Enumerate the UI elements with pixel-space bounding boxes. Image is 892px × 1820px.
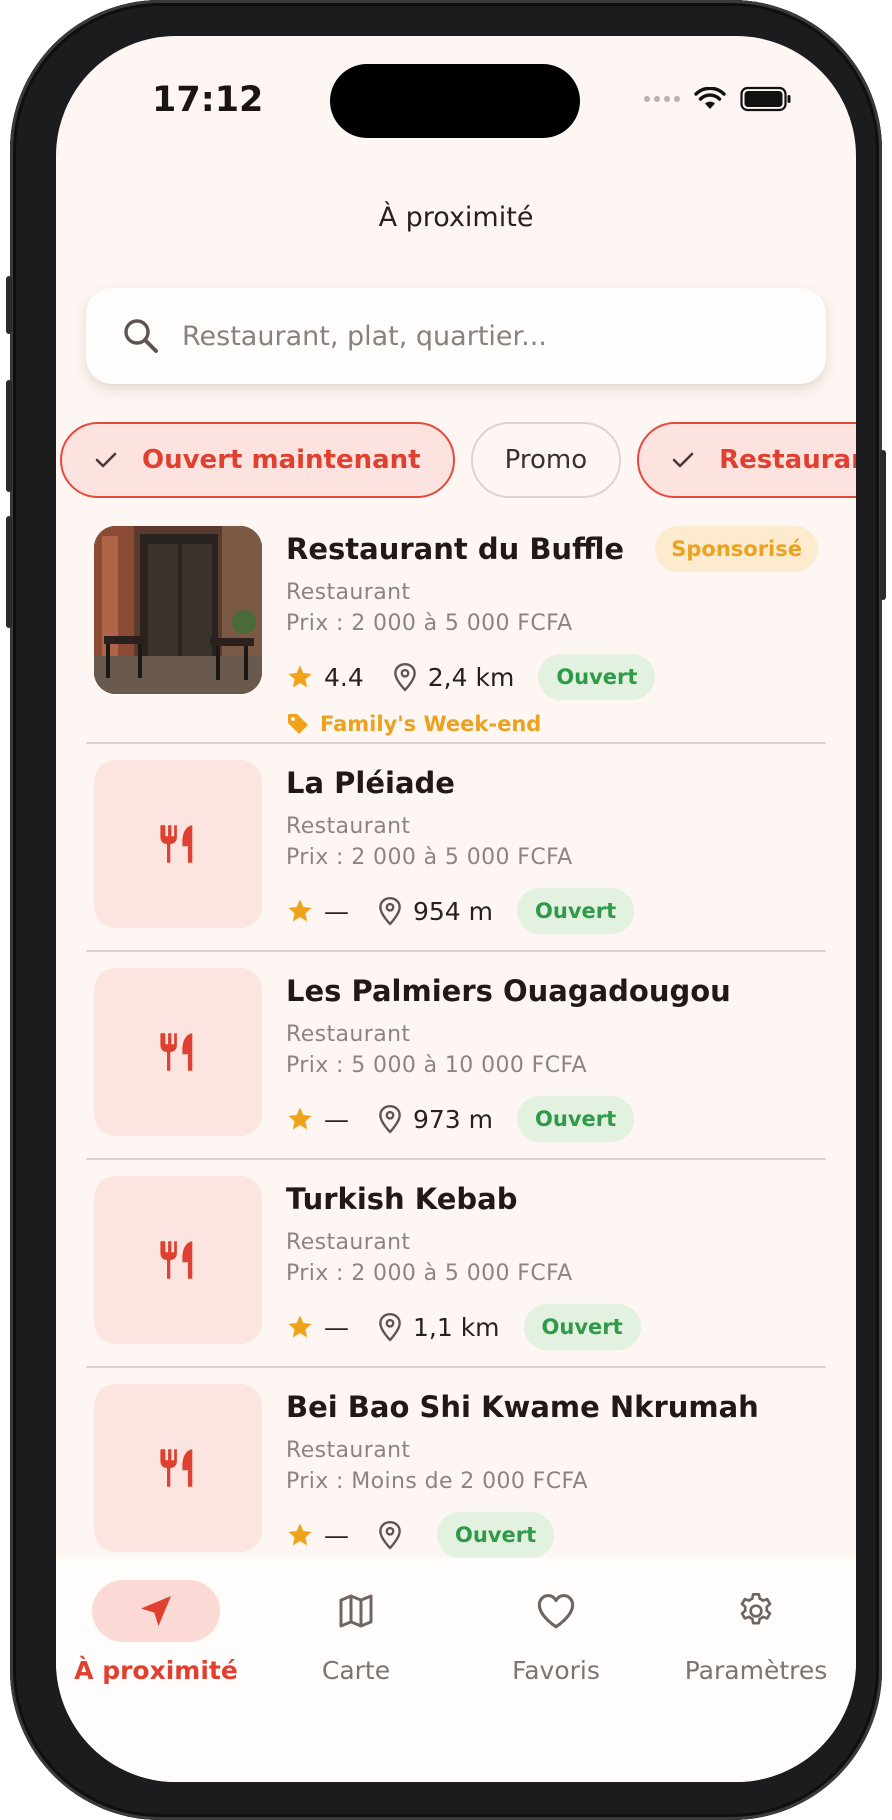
- tab-parametres[interactable]: Paramètres: [656, 1558, 856, 1718]
- battery-icon: [740, 86, 791, 112]
- restaurant-placeholder-thumb: [94, 760, 262, 928]
- search-input[interactable]: [182, 320, 782, 352]
- rating-value: —: [324, 896, 349, 926]
- restaurant-name: Bei Bao Shi Kwame Nkrumah: [286, 1390, 759, 1424]
- promo-label: Family's Week-end: [320, 712, 542, 736]
- restaurant-name: Restaurant du Buffle: [286, 532, 625, 566]
- search-bar[interactable]: [86, 288, 826, 384]
- open-status-badge: Ouvert: [517, 1096, 635, 1142]
- distance-value: 1,1 km: [413, 1312, 500, 1342]
- open-status-badge: Ouvert: [523, 1304, 641, 1350]
- heart-icon: [537, 1594, 575, 1629]
- open-status-badge: Ouvert: [437, 1512, 555, 1558]
- restaurant-category: Restaurant: [286, 1022, 411, 1047]
- page-title: À proximité: [378, 202, 534, 233]
- distance-value: 954 m: [413, 896, 494, 926]
- restaurant-row[interactable]: La Pléiade Restaurant Prix : 2 000 à 5 0…: [86, 744, 826, 952]
- restaurant-category: Restaurant: [286, 580, 411, 605]
- restaurant-name: Turkish Kebab: [286, 1182, 518, 1216]
- restaurant-name: La Pléiade: [286, 766, 455, 800]
- chip-promo[interactable]: Promo: [470, 422, 622, 498]
- distance-value: 2,4 km: [427, 662, 515, 692]
- restaurant-price: Prix : 2 000 à 5 000 FCFA: [286, 611, 573, 636]
- location-pin-icon: [379, 1520, 401, 1550]
- restaurant-placeholder-thumb: [94, 1384, 262, 1552]
- star-icon: [288, 1107, 312, 1130]
- tab-label: À proximité: [74, 1656, 238, 1685]
- power-button: [880, 450, 886, 600]
- star-icon: [288, 899, 312, 922]
- fork-knife-icon: [160, 1033, 193, 1071]
- fork-knife-icon: [160, 1449, 193, 1487]
- restaurant-placeholder-thumb: [94, 968, 262, 1136]
- restaurant-price: Prix : 2 000 à 5 000 FCFA: [286, 845, 573, 870]
- navigation-arrow-icon: [141, 1596, 171, 1626]
- status-time: 17:12: [152, 80, 264, 120]
- map-icon: [339, 1594, 373, 1628]
- gear-icon: [740, 1593, 772, 1625]
- location-pin-icon: [379, 896, 401, 926]
- chip-label: Promo: [504, 445, 588, 475]
- tab-label: Carte: [321, 1656, 391, 1685]
- dynamic-island: [330, 64, 580, 138]
- check-icon: [671, 450, 695, 470]
- location-pin-icon: [379, 1104, 401, 1134]
- restaurant-row[interactable]: Sponsorisé Restaurant du Buffle Restaura…: [86, 526, 826, 744]
- fork-knife-icon: [160, 825, 193, 863]
- status-icons: [644, 86, 792, 112]
- star-icon: [288, 1315, 312, 1338]
- filter-chips: Ouvert maintenant Promo Restaurant: [60, 422, 856, 498]
- restaurant-price: Prix : Moins de 2 000 FCFA: [286, 1469, 588, 1494]
- restaurant-photo: [94, 526, 262, 694]
- restaurant-name: Les Palmiers Ouagadougou: [286, 974, 731, 1008]
- app-screen: 17:12 À proximité Restaurant, plat, quar…: [56, 36, 856, 1782]
- bottom-tab-bar: À proximité Carte Favoris Paramètres: [56, 1558, 856, 1782]
- signal-dots-icon: [644, 96, 680, 102]
- chip-label: Ouvert maintenant: [142, 445, 421, 475]
- status-bar: 17:12: [56, 36, 856, 146]
- distance-value: 973 m: [413, 1104, 494, 1134]
- restaurant-row[interactable]: Turkish Kebab Restaurant Prix : 2 000 à …: [86, 1160, 826, 1368]
- tab-favoris[interactable]: Favoris: [456, 1558, 656, 1718]
- search-icon: [124, 319, 158, 353]
- location-pin-icon: [393, 662, 416, 692]
- tab-label: Paramètres: [684, 1656, 828, 1685]
- phone-frame: 17:12 À proximité Restaurant, plat, quar…: [6, 0, 886, 1820]
- rating-value: —: [324, 1312, 349, 1342]
- check-icon: [94, 450, 118, 470]
- restaurant-category: Restaurant: [286, 814, 411, 839]
- restaurant-category: Restaurant: [286, 1230, 411, 1255]
- restaurant-placeholder-thumb: [94, 1176, 262, 1344]
- restaurant-category: Restaurant: [286, 1438, 411, 1463]
- tab-a-proximite[interactable]: À proximité: [56, 1558, 256, 1718]
- volume-down-button: [6, 516, 12, 628]
- chip-ouvert-maintenant[interactable]: Ouvert maintenant: [60, 422, 455, 498]
- restaurant-row[interactable]: Les Palmiers Ouagadougou Restaurant Prix…: [86, 952, 826, 1160]
- location-pin-icon: [379, 1312, 401, 1342]
- promo-tag: Family's Week-end: [286, 712, 541, 736]
- tab-active-indicator: [92, 1580, 220, 1642]
- tag-icon: [288, 714, 308, 734]
- chip-label: Restaurant: [719, 445, 856, 475]
- restaurant-price: Prix : 5 000 à 10 000 FCFA: [286, 1053, 587, 1078]
- rating-value: 4.4: [324, 662, 364, 692]
- restaurant-price: Prix : 2 000 à 5 000 FCFA: [286, 1261, 573, 1286]
- wifi-icon: [694, 87, 726, 109]
- star-icon: [288, 665, 312, 688]
- fork-knife-icon: [160, 1241, 193, 1279]
- open-status-badge: Ouvert: [517, 888, 635, 934]
- mute-switch: [6, 276, 12, 334]
- volume-up-button: [6, 380, 12, 492]
- chip-restaurant[interactable]: Restaurant: [637, 422, 856, 498]
- rating-value: —: [324, 1104, 349, 1134]
- restaurant-row[interactable]: Bei Bao Shi Kwame Nkrumah Restaurant Pri…: [86, 1368, 826, 1576]
- star-icon: [288, 1523, 312, 1546]
- restaurant-list: Sponsorisé Restaurant du Buffle Restaura…: [86, 526, 826, 1576]
- tab-label: Favoris: [512, 1656, 600, 1685]
- rating-value: —: [324, 1520, 349, 1550]
- tab-carte[interactable]: Carte: [256, 1558, 456, 1718]
- open-status-badge: Ouvert: [538, 654, 656, 700]
